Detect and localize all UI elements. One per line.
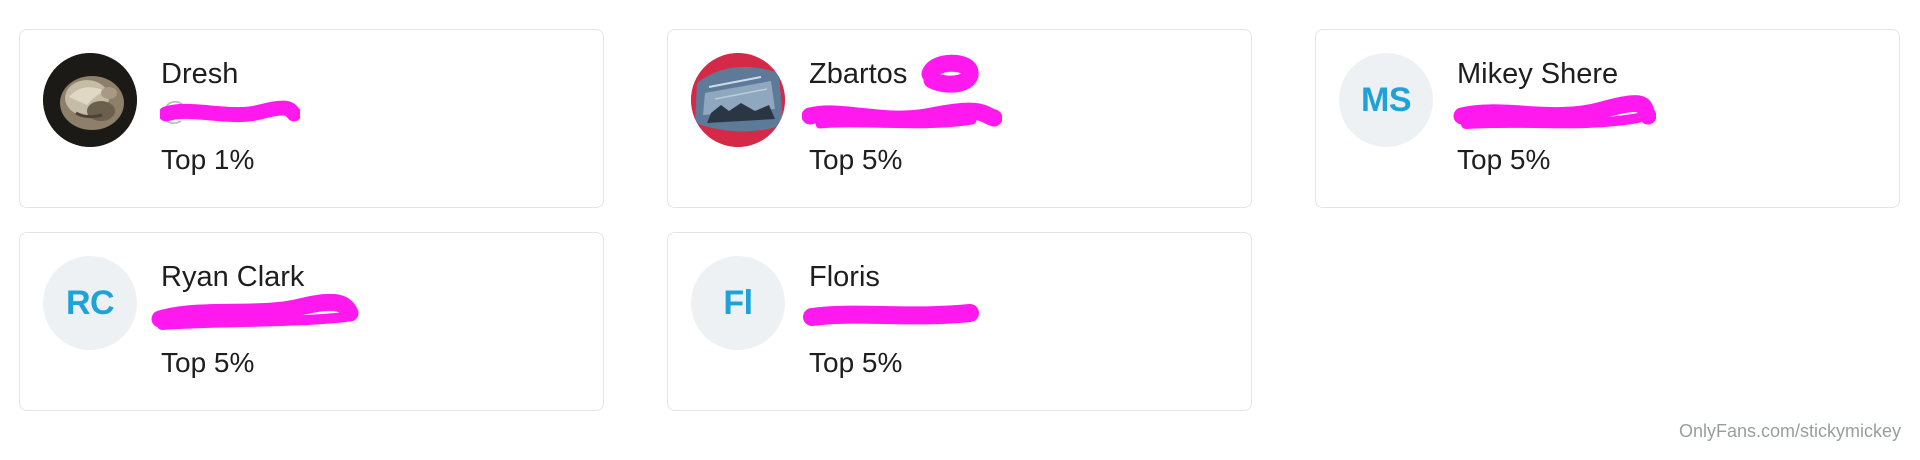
avatar-initials: MS bbox=[1361, 80, 1412, 119]
fan-card-floris[interactable]: Fl Floris Top 5% bbox=[667, 232, 1252, 411]
redaction-scribble bbox=[151, 293, 359, 330]
fan-card-zbartos[interactable]: Zbartos Top 5% bbox=[667, 29, 1252, 208]
top-fans-grid: Dresh @ Top 1% Zbartos Top 5% MS Mikey S… bbox=[19, 29, 1900, 411]
fan-name[interactable]: Floris bbox=[809, 259, 880, 295]
avatar[interactable]: MS bbox=[1339, 53, 1433, 147]
fan-card-dresh[interactable]: Dresh @ Top 1% bbox=[19, 29, 604, 208]
redaction-scribble bbox=[802, 102, 1002, 129]
avatar[interactable] bbox=[691, 53, 785, 147]
fan-name[interactable]: Dresh bbox=[161, 56, 238, 92]
redaction-scribble bbox=[1453, 95, 1656, 129]
avatar[interactable]: RC bbox=[43, 256, 137, 350]
fan-name[interactable]: Mikey Shere bbox=[1457, 56, 1618, 92]
fan-name[interactable]: Ryan Clark bbox=[161, 259, 304, 295]
fan-card-mikey-shere[interactable]: MS Mikey Shere Top 5% bbox=[1315, 29, 1900, 208]
fan-card-ryan-clark[interactable]: RC Ryan Clark Top 5% bbox=[19, 232, 604, 411]
fan-rank: Top 1% bbox=[161, 144, 255, 175]
fan-handle[interactable]: @ bbox=[161, 96, 187, 126]
redaction-scribble bbox=[921, 54, 979, 93]
fan-rank: Top 5% bbox=[809, 144, 903, 175]
car-window-photo-icon bbox=[691, 53, 785, 147]
watermark: OnlyFans.com/stickymickey bbox=[1678, 421, 1901, 441]
avatar[interactable]: Fl bbox=[691, 256, 785, 350]
fan-name[interactable]: Zbartos bbox=[809, 56, 907, 92]
fan-rank: Top 5% bbox=[809, 347, 903, 378]
avatar[interactable] bbox=[43, 53, 137, 147]
avatar-initials: Fl bbox=[723, 283, 753, 322]
fan-rank: Top 5% bbox=[1457, 144, 1551, 175]
redaction-scribble bbox=[803, 304, 979, 326]
avatar-initials: RC bbox=[65, 283, 115, 322]
fan-rank: Top 5% bbox=[161, 347, 255, 378]
cat-photo-icon bbox=[43, 53, 137, 147]
